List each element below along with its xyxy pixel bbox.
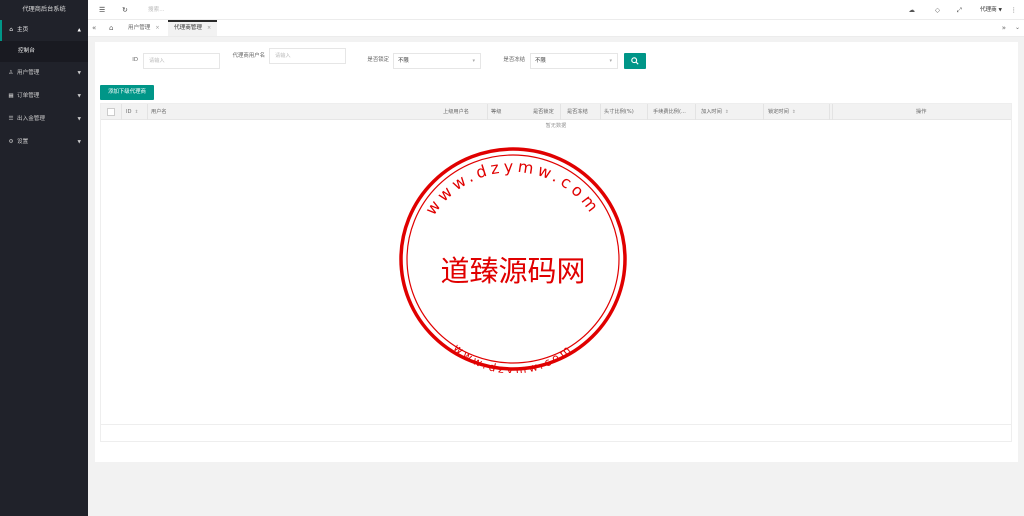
- col-frozen: 是否冻结: [567, 109, 588, 115]
- col-position-ratio: 头寸比例(%): [604, 109, 634, 115]
- sidebar-item-home[interactable]: ⌂ 主页 ▲: [0, 20, 88, 41]
- tab-agent-management[interactable]: 代理商管理 ×: [168, 20, 218, 36]
- frozen-select-value: 不限: [535, 58, 546, 64]
- table-header: ID ⇕ 用户名 上级用户名 等级 是否锁定 是否冻结 头寸比例(%) 手续费比例…: [101, 104, 1011, 120]
- col-level: 等级: [491, 109, 502, 115]
- sidebar-item-label: 主页: [17, 27, 29, 33]
- sidebar-item-settings[interactable]: ⚙ 设置 ▼: [0, 131, 88, 154]
- caret-down-icon: ▼: [77, 94, 81, 99]
- stamp-center-text: 道臻源码网: [440, 254, 585, 288]
- col-lock-time[interactable]: 锁定时间 ⇕: [768, 104, 796, 120]
- home-icon: ⌂: [9, 27, 13, 33]
- theme-icon[interactable]: ☁: [909, 0, 916, 20]
- caret-down-icon: ▼: [998, 8, 1002, 13]
- app-root: 代理商后台系统 ⌂ 主页 ▲ 控制台 ♙ 用户管理 ▼ ▦ 订单管理 ▼ ☰ 出入金管理…: [0, 0, 1024, 516]
- tab-label: 用户管理: [128, 25, 151, 31]
- chevron-down-icon: ▾: [472, 58, 475, 64]
- sidebar: 代理商后台系统 ⌂ 主页 ▲ 控制台 ♙ 用户管理 ▼ ▦ 订单管理 ▼ ☰ 出入金管理…: [0, 0, 88, 516]
- caret-down-icon: ▼: [77, 140, 81, 145]
- caret-down-icon: ▼: [77, 71, 81, 76]
- sort-icon: ⇕: [791, 110, 796, 115]
- col-username: 用户名: [151, 109, 167, 115]
- username-input[interactable]: 请输入: [269, 48, 346, 64]
- user-name: 代理商: [979, 7, 997, 13]
- search-button[interactable]: [624, 53, 646, 69]
- menu-toggle-icon[interactable]: ☰: [99, 0, 105, 20]
- tabs-bar: « ⌂ 用户管理 × 代理商管理 × » ⌄: [88, 20, 1024, 37]
- watermark-stamp: www.dzymw.com 道臻源码网 www.dzymw.com: [399, 147, 627, 373]
- sidebar-item-label: 用户管理: [17, 70, 40, 76]
- sidebar-item-users[interactable]: ♙ 用户管理 ▼: [0, 62, 88, 85]
- caret-down-icon: ▼: [77, 117, 81, 122]
- locked-select[interactable]: 不限 ▾: [393, 53, 481, 69]
- refresh-icon[interactable]: ↻: [122, 0, 128, 20]
- sort-icon: ⇕: [134, 110, 139, 115]
- stamp-top-text: www.dzymw.com: [421, 157, 604, 219]
- tab-label: 代理商管理: [174, 25, 202, 31]
- locked-label: 是否锁定: [367, 57, 389, 63]
- col-fee-ratio: 手续费比例(...: [653, 109, 686, 115]
- col-actions: 操作: [916, 109, 927, 115]
- col-id[interactable]: ID ⇕: [126, 104, 138, 120]
- empty-state: 暂无数据: [545, 123, 567, 129]
- sidebar-item-funds[interactable]: ☰ 出入金管理 ▼: [0, 108, 88, 131]
- chevron-down-icon: ▾: [609, 58, 612, 64]
- sidebar-subitem-console[interactable]: 控制台: [0, 41, 88, 62]
- grid-icon: ▦: [8, 93, 14, 99]
- frozen-select[interactable]: 不限 ▾: [530, 53, 618, 69]
- sidebar-item-label: 订单管理: [17, 93, 40, 99]
- frozen-label: 是否冻结: [503, 57, 525, 63]
- col-locked: 是否锁定: [533, 109, 554, 115]
- locked-select-value: 不限: [398, 58, 409, 64]
- username-label: 代理商用户名: [232, 53, 265, 59]
- sort-icon: ⇕: [724, 110, 729, 115]
- col-parent-username: 上级用户名: [443, 109, 469, 115]
- tabs-dropdown-icon[interactable]: ⌄: [1015, 20, 1020, 36]
- search-input[interactable]: 搜索...: [148, 0, 268, 20]
- fullscreen-icon[interactable]: ⤢: [957, 0, 962, 20]
- close-icon[interactable]: ×: [207, 25, 211, 31]
- sidebar-item-label: 出入金管理: [17, 116, 45, 122]
- tabs-prev-icon[interactable]: «: [92, 20, 96, 36]
- user-icon: ♙: [8, 70, 14, 76]
- sidebar-item-label: 设置: [17, 139, 29, 145]
- sidebar-item-orders[interactable]: ▦ 订单管理 ▼: [0, 85, 88, 108]
- id-label: ID: [132, 57, 138, 63]
- gear-icon: ⚙: [8, 139, 14, 145]
- tabs-next-icon[interactable]: »: [1002, 20, 1006, 36]
- search-icon: [631, 57, 639, 65]
- select-all-checkbox[interactable]: [107, 108, 115, 116]
- id-input[interactable]: 请输入: [143, 53, 220, 69]
- add-sub-agent-button[interactable]: 添加下级代理商: [100, 85, 154, 100]
- tag-icon[interactable]: ◇: [935, 0, 940, 20]
- more-vertical-icon[interactable]: ⋮: [1011, 0, 1018, 20]
- topbar: ☰ ↻ 搜索... ☁ ◇ ⤢ 代理商 ▼ ⋮: [88, 0, 1024, 20]
- col-join-time[interactable]: 加入时间 ⇕: [701, 104, 729, 120]
- close-icon[interactable]: ×: [155, 25, 159, 31]
- stamp-bottom-text: www.dzymw.com: [451, 341, 576, 373]
- list-icon: ☰: [8, 116, 14, 122]
- brand-title: 代理商后台系统: [22, 6, 66, 13]
- caret-up-icon: ▲: [77, 28, 81, 33]
- tab-user-management[interactable]: 用户管理 ×: [128, 20, 160, 36]
- user-menu[interactable]: 代理商 ▼: [980, 0, 1002, 20]
- home-tab-icon[interactable]: ⌂: [109, 20, 113, 36]
